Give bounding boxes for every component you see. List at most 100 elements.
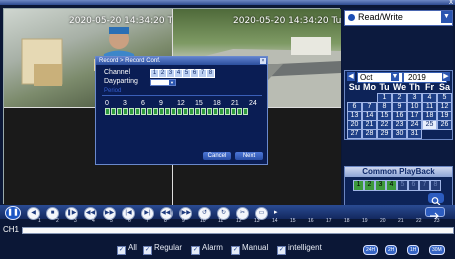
hour-block[interactable]	[117, 108, 122, 115]
playback-channel-6[interactable]: 6	[408, 180, 419, 191]
next-button[interactable]: Next	[235, 152, 263, 160]
hour-block[interactable]	[123, 108, 128, 115]
slow-button[interactable]: ◀◀	[84, 207, 97, 220]
calendar-day[interactable]: 31	[407, 129, 422, 139]
calendar: ◀ Oct ▼ 2019 ▶ Su Mo Tu We Th Fr Sa 1234567891…	[344, 70, 453, 140]
zoom-1h-button[interactable]: 1H	[407, 245, 420, 255]
next-month-icon[interactable]: ▶	[442, 72, 450, 81]
checkbox-checked-icon: ✓	[117, 246, 126, 255]
mode-radio-icon	[348, 14, 355, 21]
hour-block[interactable]	[141, 108, 146, 115]
toolbar-right-button[interactable]	[425, 207, 445, 220]
hour-mark-0: 0	[105, 100, 109, 107]
title-bar: x	[0, 0, 455, 6]
hour-mark-6: 6	[141, 100, 145, 107]
hour-block[interactable]	[165, 108, 170, 115]
dialog-channel-8[interactable]: 8	[206, 69, 215, 78]
timeline-hour-23: 23	[434, 218, 440, 224]
playback-channel-8[interactable]: 8	[430, 180, 441, 191]
filter-all[interactable]: ✓ All	[117, 243, 137, 255]
hour-mark-15: 15	[195, 100, 203, 107]
period-label: Period	[104, 88, 122, 94]
chevron-down-icon[interactable]: ▼	[441, 11, 452, 23]
zoom-24h-button[interactable]: 24H	[363, 245, 379, 255]
hour-block[interactable]	[135, 108, 140, 115]
record-schedule-bar[interactable]	[105, 108, 255, 115]
filter-intelligent[interactable]: ✓ intelligent	[277, 243, 322, 255]
timeline-hour-22: 22	[416, 218, 422, 224]
filter-regular-label: Regular	[154, 243, 183, 252]
pause-icon: ❚❚	[7, 209, 19, 216]
hour-block[interactable]	[129, 108, 134, 115]
playback-channel-5[interactable]: 5	[397, 180, 408, 191]
calendar-day[interactable]: 27	[347, 129, 362, 139]
channel-label: Channel	[104, 69, 131, 76]
weekday-we: We	[392, 82, 407, 92]
hour-block[interactable]	[231, 108, 236, 115]
hour-block[interactable]	[219, 108, 224, 115]
divider	[102, 95, 262, 96]
mode-select-value: Read/Write	[358, 12, 403, 22]
filter-alarm[interactable]: ✓ Alarm	[191, 243, 223, 255]
timeline-hour-13: 13	[254, 218, 260, 224]
hour-block[interactable]	[171, 108, 176, 115]
zoom-2h-button[interactable]: 2H	[385, 245, 398, 255]
hour-block[interactable]	[207, 108, 212, 115]
timeline-hour-3: 3	[74, 218, 77, 224]
playback-channel-1[interactable]: 1	[353, 180, 364, 191]
hour-block[interactable]	[105, 108, 110, 115]
playback-channel-4[interactable]: 4	[386, 180, 397, 191]
hour-mark-24: 24	[249, 100, 257, 107]
prev-month-icon[interactable]: ◀	[347, 72, 355, 81]
filter-regular[interactable]: ✓ Regular	[143, 243, 183, 255]
search-button[interactable]	[428, 193, 444, 206]
timeline-hour-2: 2	[56, 218, 59, 224]
hour-mark-21: 21	[231, 100, 239, 107]
hour-block[interactable]	[213, 108, 218, 115]
timeline-hour-14: 14	[272, 218, 278, 224]
zoom-30m-button[interactable]: 30M	[429, 245, 445, 255]
dayparting-select[interactable]: ▼	[150, 79, 176, 86]
calendar-day[interactable]: 26	[437, 120, 452, 130]
filter-all-label: All	[128, 243, 137, 252]
skip-forward-button[interactable]: |▶▶	[179, 207, 192, 220]
timeline-hour-6: 6	[128, 218, 131, 224]
hour-block[interactable]	[177, 108, 182, 115]
hour-block[interactable]	[111, 108, 116, 115]
month-dropdown-icon[interactable]: ▼	[391, 72, 399, 81]
hour-block[interactable]	[195, 108, 200, 115]
playback-channel-2[interactable]: 2	[364, 180, 375, 191]
hour-block[interactable]	[201, 108, 206, 115]
timeline-hour-21: 21	[398, 218, 404, 224]
hour-block[interactable]	[189, 108, 194, 115]
mode-select[interactable]: Read/Write ▼	[344, 10, 453, 26]
window-close-icon[interactable]: x	[449, 0, 453, 6]
hour-mark-12: 12	[177, 100, 185, 107]
close-icon[interactable]: ×	[260, 58, 266, 64]
calendar-day[interactable]: 28	[362, 129, 377, 139]
filter-manual[interactable]: ✓ Manual	[231, 243, 268, 255]
hour-block[interactable]	[153, 108, 158, 115]
timeline-hour-8: 8	[164, 218, 167, 224]
calendar-day[interactable]: 25	[422, 120, 437, 130]
timeline-bar[interactable]	[22, 227, 454, 234]
playback-channel-3[interactable]: 3	[375, 180, 386, 191]
hour-block[interactable]	[147, 108, 152, 115]
playback-channel-7[interactable]: 7	[419, 180, 430, 191]
calendar-day[interactable]: 30	[392, 129, 407, 139]
pause-button[interactable]: ❚❚	[5, 206, 21, 220]
camera-1-timestamp: 2020-05-20 14:34:20 Tue	[69, 16, 172, 26]
hour-block[interactable]	[225, 108, 230, 115]
camera-2-timestamp: 2020-05-20 14:34:20 Tue	[233, 16, 341, 26]
hour-block[interactable]	[159, 108, 164, 115]
cancel-button[interactable]: Cancel	[203, 152, 231, 160]
timeline-hour-17: 17	[326, 218, 332, 224]
calendar-day[interactable]: 29	[377, 129, 392, 139]
timeline-hour-11: 11	[218, 218, 224, 224]
more-arrow-icon[interactable]: ▸	[274, 208, 278, 216]
hour-block[interactable]	[243, 108, 248, 115]
hour-mark-9: 9	[159, 100, 163, 107]
hour-block[interactable]	[183, 108, 188, 115]
filter-intelligent-label: intelligent	[288, 243, 322, 252]
hour-block[interactable]	[237, 108, 242, 115]
